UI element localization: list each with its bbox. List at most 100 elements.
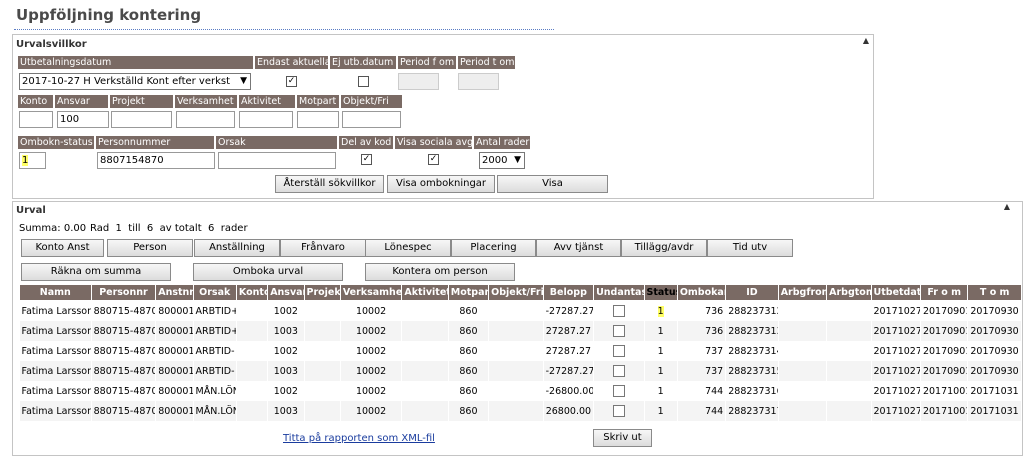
projekt-input[interactable]: [111, 111, 172, 128]
cell-tom: 20170930: [967, 341, 1022, 361]
show-button[interactable]: Visa: [497, 175, 608, 193]
cell-aktivitet: [401, 321, 449, 341]
col-namn[interactable]: Namn: [19, 284, 92, 301]
undantas-checkbox[interactable]: [593, 321, 645, 341]
cell-projekt: [304, 401, 341, 421]
cell-ombokar: 736: [677, 321, 727, 341]
col-arbgfrom[interactable]: Arbgfrom: [777, 284, 828, 301]
cell-tom: 20171031: [967, 401, 1022, 421]
ansvar-input[interactable]: 100: [57, 111, 109, 128]
header-konto: Konto: [18, 95, 53, 108]
undantas-checkbox[interactable]: [593, 401, 645, 421]
print-button[interactable]: Skriv ut: [593, 429, 652, 447]
result-panel: Urval ▲ Summa: 0.00 Rad 1 till 6 av tota…: [12, 201, 1023, 456]
tab-franvaro[interactable]: Frånvaro: [280, 239, 366, 257]
cell-konto: [236, 361, 269, 381]
cell-projekt: [304, 381, 341, 401]
table-row[interactable]: Fatima Larsson 880715-4870 800001 MÅN.LÖ…: [19, 381, 1022, 401]
orsak-input[interactable]: [218, 152, 336, 169]
tab-anstallning[interactable]: Anställning: [194, 239, 280, 257]
col-projekt[interactable]: Projekt: [303, 284, 341, 301]
undantas-checkbox[interactable]: [593, 341, 645, 361]
header-motpart: Motpart: [297, 95, 339, 108]
table-row[interactable]: Fatima Larsson 880715-4870 800001 ARBTID…: [19, 321, 1022, 341]
col-utbetdat[interactable]: Utbetdat: [870, 284, 921, 301]
collapse-icon[interactable]: ▲: [1004, 202, 1010, 211]
antal-rader-select[interactable]: 2000 ▼: [479, 152, 525, 169]
cell-arbgtom: [826, 321, 872, 341]
reset-criteria-button[interactable]: Återställ sökvillkor: [275, 175, 384, 193]
xml-report-link[interactable]: Titta på rapporten som XML-fil: [283, 433, 435, 444]
cell-status: 1: [644, 381, 678, 401]
tab-person[interactable]: Person: [107, 239, 193, 257]
tab-konto-anst[interactable]: Konto Anst: [21, 239, 104, 257]
col-orsak[interactable]: Orsak: [192, 284, 237, 301]
aktivitet-input[interactable]: [239, 111, 293, 128]
col-motpart[interactable]: Motpart: [447, 284, 490, 301]
cell-motpart: 860: [448, 401, 490, 421]
header-utbetalningsdatum: Utbetalningsdatum: [18, 56, 253, 69]
col-objekt-fri[interactable]: Objekt/Fri: [488, 284, 544, 301]
cell-ombokar: 737: [677, 361, 727, 381]
cell-ansvar: 1002: [267, 300, 305, 321]
criteria-panel-title: Urvalsvillkor: [16, 39, 87, 50]
cell-namn: Fatima Larsson: [19, 401, 92, 421]
rebook-person-button[interactable]: Kontera om person: [365, 263, 515, 281]
tab-placering[interactable]: Placering: [451, 239, 536, 257]
cell-ombokar: 744: [677, 381, 727, 401]
col-personnr[interactable]: Personnr: [90, 284, 157, 301]
cell-arbgfrom: [778, 381, 828, 401]
col-status[interactable]: Status: [643, 284, 678, 301]
col-belopp[interactable]: Belopp: [542, 284, 595, 301]
objekt-fri-input[interactable]: [342, 111, 401, 128]
motpart-input[interactable]: [297, 111, 339, 128]
ej-utb-datum-checkbox[interactable]: [358, 76, 369, 87]
recalculate-sum-button[interactable]: Räkna om summa: [21, 263, 171, 281]
col-t-o-m[interactable]: T o m: [967, 284, 1022, 301]
tab-tid-utv[interactable]: Tid utv: [707, 239, 793, 257]
col-verksamhet[interactable]: Verksamhet: [339, 284, 403, 301]
ombokn-status-value: 1: [22, 155, 29, 166]
undantas-checkbox[interactable]: [593, 361, 645, 381]
cell-arbgtom: [826, 300, 872, 321]
cell-status: 1: [644, 300, 678, 321]
tab-lonespec[interactable]: Lönespec: [365, 239, 451, 257]
rebook-selection-button[interactable]: Omboka urval: [193, 263, 343, 281]
cell-id: 288237312: [725, 300, 779, 321]
del-av-kod-checkbox[interactable]: ✓: [361, 154, 372, 165]
konto-input[interactable]: [19, 111, 53, 128]
collapse-icon[interactable]: ▲: [863, 36, 869, 45]
show-rebookings-button[interactable]: Visa ombokningar: [387, 175, 495, 193]
header-antal-rader: Antal rader: [474, 136, 530, 149]
table-row[interactable]: Fatima Larsson 880715-4870 800001 ARBTID…: [19, 300, 1022, 321]
result-panel-title: Urval: [16, 205, 46, 216]
table-row[interactable]: Fatima Larsson 880715-4870 800001 ARBTID…: [19, 361, 1022, 381]
ombokn-status-input[interactable]: 1: [19, 152, 46, 169]
visa-sociala-avg-checkbox[interactable]: ✓: [428, 154, 439, 165]
col-aktivitet[interactable]: Aktivitet: [401, 284, 449, 301]
col-fr-o-m[interactable]: Fr o m: [919, 284, 969, 301]
undantas-checkbox[interactable]: [593, 381, 645, 401]
col-arbgtom[interactable]: Arbgtom: [826, 284, 872, 301]
col-konto[interactable]: Konto: [235, 284, 269, 301]
cell-arbgtom: [826, 381, 872, 401]
table-row[interactable]: Fatima Larsson 880715-4870 800001 ARBTID…: [19, 341, 1022, 361]
tab-tillagg-avdr[interactable]: Tillägg/avdr: [621, 239, 707, 257]
personnummer-input[interactable]: 8807154870: [97, 152, 215, 169]
endast-aktuella-checkbox[interactable]: ✓: [286, 76, 297, 87]
title-divider: [14, 29, 554, 30]
col-anstnr[interactable]: Anstnr: [155, 284, 194, 301]
tab-avv-tjanst[interactable]: Avv tjänst: [536, 239, 621, 257]
cell-aktivitet: [401, 300, 449, 321]
cell-konto: [236, 321, 269, 341]
table-row[interactable]: Fatima Larsson 880715-4870 800001 MÅN.LÖ…: [19, 401, 1022, 421]
undantas-checkbox[interactable]: [593, 300, 645, 321]
col-id[interactable]: ID: [725, 284, 779, 301]
col-ansvar[interactable]: Ansvar: [267, 284, 305, 301]
cell-id: 288237315: [725, 361, 779, 381]
utbetalningsdatum-select[interactable]: 2017-10-27 H Verkställd Kont efter verks…: [19, 73, 251, 90]
col-ombokar[interactable]: Ombokar: [676, 284, 727, 301]
col-undantas[interactable]: Undantas: [593, 284, 645, 301]
verksamhet-input[interactable]: [176, 111, 235, 128]
cell-orsak: ARBTID-: [193, 341, 237, 361]
